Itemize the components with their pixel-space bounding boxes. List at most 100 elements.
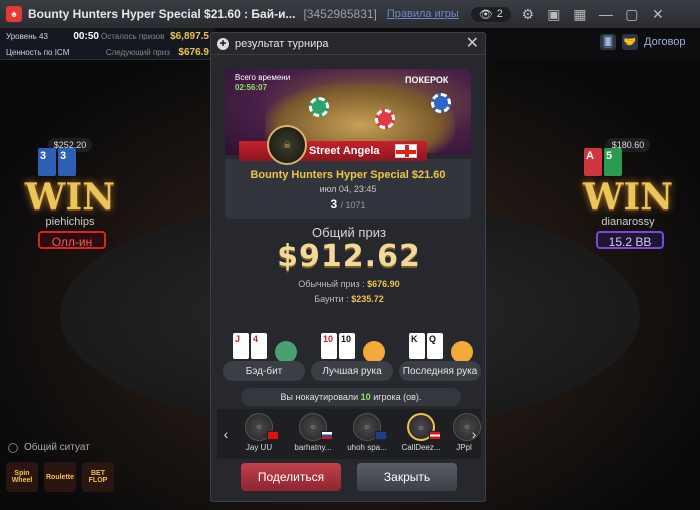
share-button[interactable]: Поделиться xyxy=(241,463,341,491)
total-players: / 1071 xyxy=(340,200,366,210)
chevron-left-icon[interactable]: ‹ xyxy=(219,419,233,449)
tournament-info-bar: Уровень 43 00:50 Осталось призов $6,897.… xyxy=(0,28,215,60)
regular-prize-row: Обычный приз : $676.90 xyxy=(211,279,487,289)
title-bar: ♠ Bounty Hunters Hyper Special $21.60 : … xyxy=(0,0,700,28)
knocked-player-name: uhoh spa... xyxy=(347,443,387,452)
win-label: WIN xyxy=(24,176,116,218)
knocked-player-name: barhatny... xyxy=(294,443,332,452)
austria-flag-icon xyxy=(429,431,441,440)
playing-card: Q xyxy=(427,333,443,359)
chip-icon xyxy=(309,97,329,117)
mini-games: Spin Wheel Roulette BET FLOP xyxy=(6,462,114,492)
knockouts-count: 10 xyxy=(360,392,371,402)
remaining-prizes-value: $6,897.5 xyxy=(170,30,209,42)
poker-table-window: ♠ Bounty Hunters Hyper Special $21.60 : … xyxy=(0,0,700,510)
seat-right[interactable]: $180.60 A 5 WIN dianarossy 15.2 BB xyxy=(568,138,688,268)
game-bet-flop[interactable]: BET FLOP xyxy=(82,462,114,492)
poker-chip-icon: ✚ xyxy=(217,37,229,50)
knocked-player-name: CallDeez... xyxy=(401,443,441,452)
dialog-title: результат турнира xyxy=(235,37,329,50)
total-prize-value: $912.62 xyxy=(277,239,421,274)
layout-icon[interactable]: ▣ xyxy=(545,5,563,23)
chip-icon xyxy=(431,93,451,113)
game-spin-wheel[interactable]: Spin Wheel xyxy=(6,462,38,492)
playing-card: 10 xyxy=(321,333,337,359)
next-prize-value: $676.9 xyxy=(178,46,209,58)
list-item[interactable]: ☺ CallDeez... xyxy=(397,413,445,457)
app-logo-icon: ♠ xyxy=(6,6,22,22)
playing-card: 10 xyxy=(339,333,355,359)
best-hand-button[interactable]: Лучшая рука xyxy=(311,361,393,381)
tournament-name: Bounty Hunters Hyper Special $21.60 xyxy=(250,169,446,181)
window-title: Bounty Hunters Hyper Special $21.60 : Ба… xyxy=(28,7,296,21)
all-time-label: Всего времени xyxy=(235,73,291,82)
georgia-flag-icon xyxy=(395,144,417,158)
hand-best[interactable]: 10 10 Лучшая рука xyxy=(311,333,393,383)
bounty-label: Баунти : xyxy=(314,294,349,304)
tournament-info-card: Bounty Hunters Hyper Special $21.60 июл … xyxy=(225,159,471,219)
playing-card: K xyxy=(409,333,425,359)
table-id: [3452985831] xyxy=(303,7,377,21)
tournament-result-dialog: ✚ результат турнира ✕ Всего времени 02:5… xyxy=(210,32,486,502)
knockouts-text: Вы нокаутировали 10 игрока (ов). xyxy=(241,388,461,406)
close-icon[interactable]: ✕ xyxy=(466,35,479,52)
list-item[interactable]: ☺ uhoh spa... xyxy=(343,413,391,457)
knockouts-prefix: Вы нокаутировали xyxy=(280,392,361,402)
sick-face-emoji-icon xyxy=(275,341,297,363)
hole-card: A xyxy=(584,148,602,176)
seat-left[interactable]: $252.20 3 3 WIN piehichips Олл-ин xyxy=(10,138,130,268)
dialog-header: ✚ результат турнира ✕ xyxy=(211,33,485,55)
chip-icon xyxy=(375,109,395,129)
last-hand-button[interactable]: Последняя рука xyxy=(399,361,481,381)
maximize-icon[interactable]: ▢ xyxy=(623,5,641,23)
icm-label: Ценность по ICM xyxy=(6,47,70,57)
regular-prize-label: Обычный приз : xyxy=(298,279,365,289)
rules-link[interactable]: Правила игры xyxy=(387,8,459,20)
total-prize-label: Общий приз xyxy=(312,225,386,240)
brand-logo: ПОКЕРОК xyxy=(405,75,449,85)
player-status: 15.2 BB xyxy=(596,231,664,249)
hong-kong-flag-icon xyxy=(267,431,279,440)
knocked-out-players-carousel: ‹ ☺ Jay UU ☺ barhatny... ☺ uhoh spa... ☺… xyxy=(217,409,481,459)
common-situation-label: Общий ситуат xyxy=(24,442,90,453)
common-situation-option[interactable]: Общий ситуат xyxy=(8,442,90,453)
chevron-right-icon[interactable]: › xyxy=(467,419,481,449)
regular-prize-value: $676.90 xyxy=(367,279,400,289)
knocked-player-name: Jay UU xyxy=(245,443,273,452)
contract-label[interactable]: Договор xyxy=(644,36,686,48)
australia-flag-icon xyxy=(375,431,387,440)
bounty-row: Баунти : $235.72 xyxy=(211,294,487,304)
bounty-value: $235.72 xyxy=(351,294,384,304)
card-swap-icon[interactable]: 🂠 xyxy=(600,34,616,50)
russia-flag-icon xyxy=(321,431,333,440)
all-time-value: 02:56:07 xyxy=(235,83,268,92)
hands-section: J 4 Бэд-бит 10 10 Лучшая рука K Q Послед… xyxy=(223,333,483,383)
gear-icon[interactable]: ⚙ xyxy=(519,5,537,23)
level-label: Уровень 43 xyxy=(6,31,48,41)
playing-card: 4 xyxy=(251,333,267,359)
list-item[interactable]: ☺ Jay UU xyxy=(235,413,283,457)
minimize-icon[interactable]: — xyxy=(597,5,615,23)
radio-button[interactable] xyxy=(8,442,18,453)
finish-place: 3 / 1071 xyxy=(225,197,471,211)
hand-last[interactable]: K Q Последняя рука xyxy=(399,333,481,383)
bad-beat-button[interactable]: Бэд-бит xyxy=(223,361,305,381)
hole-card: 3 xyxy=(58,148,76,176)
game-roulette[interactable]: Roulette xyxy=(44,462,76,492)
close-button[interactable]: Закрыть xyxy=(357,463,457,491)
hole-card: 3 xyxy=(38,148,56,176)
player-status: Олл-ин xyxy=(38,231,106,249)
viewers-count: 2 xyxy=(496,8,503,20)
viewers-badge[interactable]: 👁 2 xyxy=(470,6,511,22)
tournament-date: июл 04, 23:45 xyxy=(319,184,377,194)
close-window-icon[interactable]: ✕ xyxy=(649,5,667,23)
hand-bad-beat[interactable]: J 4 Бэд-бит xyxy=(223,333,305,383)
place-value: 3 xyxy=(330,197,338,211)
kiss-face-emoji-icon xyxy=(363,341,385,363)
list-item[interactable]: ☺ barhatny... xyxy=(289,413,337,457)
thinking-face-emoji-icon xyxy=(451,341,473,363)
deal-icon[interactable]: 🤝 xyxy=(622,34,638,50)
playing-card: J xyxy=(233,333,249,359)
grid-icon[interactable]: ▦ xyxy=(571,5,589,23)
level-timer: 00:50 xyxy=(73,30,99,42)
